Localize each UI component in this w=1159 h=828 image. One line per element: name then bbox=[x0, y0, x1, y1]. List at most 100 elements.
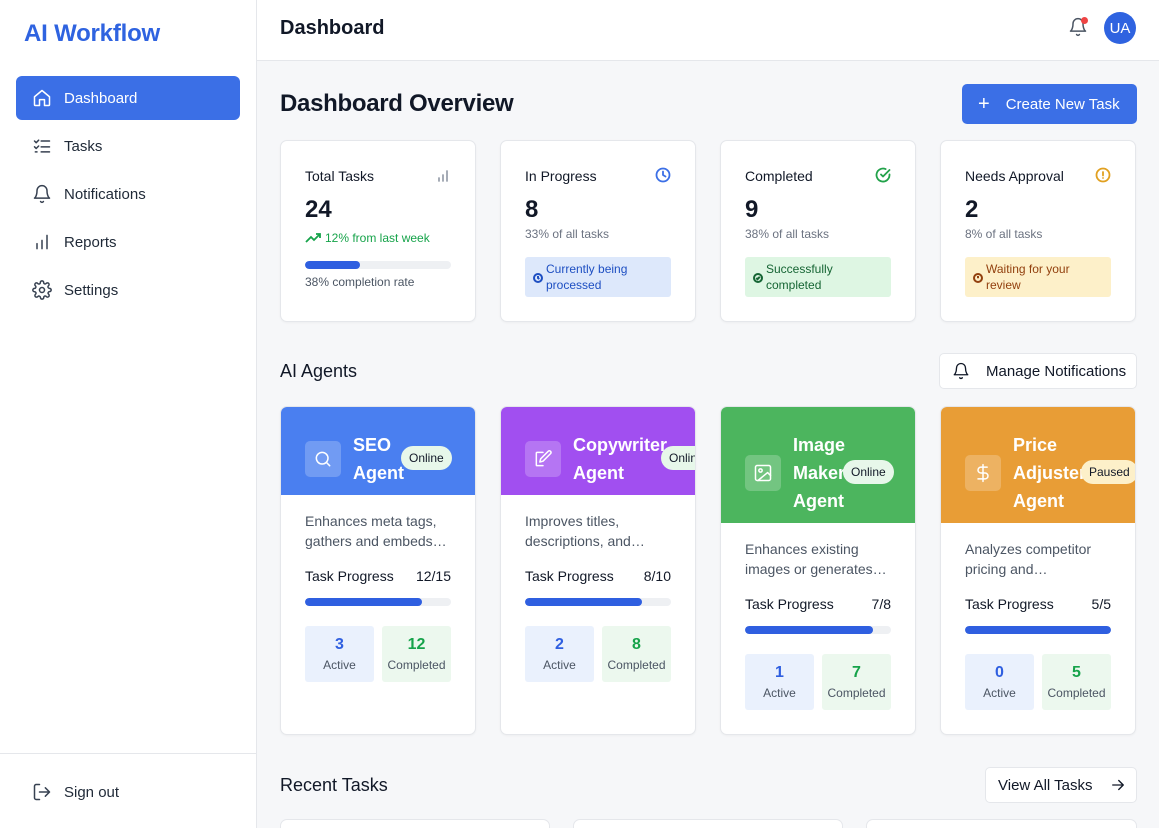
sidebar-item-tasks[interactable]: Tasks bbox=[16, 124, 240, 168]
completed-count: 7 bbox=[852, 664, 861, 681]
agent-header: Price Adjuster Agent Paused bbox=[941, 407, 1135, 523]
clock-icon bbox=[655, 167, 671, 183]
create-task-button[interactable]: + Create New Task bbox=[962, 84, 1137, 124]
sidebar-item-label: Dashboard bbox=[64, 89, 138, 107]
agent-description: Enhances existing images or generates… bbox=[745, 541, 887, 577]
agent-card-image-maker[interactable]: Image Maker Agent Online Enhances existi… bbox=[720, 406, 916, 735]
stat-card-needs-approval: Needs Approval 2 8% of all tasks Waiting… bbox=[940, 140, 1136, 322]
check-circle-icon bbox=[875, 167, 891, 183]
status-badge: Paused bbox=[1081, 460, 1135, 484]
progress-fill bbox=[965, 626, 1111, 634]
status-text: Successfully completed bbox=[766, 262, 833, 292]
agent-progress-bar bbox=[745, 626, 891, 634]
completion-rate-text: 38% completion rate bbox=[305, 275, 415, 289]
recent-task-card[interactable] bbox=[573, 819, 843, 828]
task-progress-value: 12/15 bbox=[415, 568, 451, 584]
task-progress-value: 8/10 bbox=[643, 568, 671, 584]
task-progress-row: Task Progress 12/15 bbox=[305, 568, 451, 584]
task-progress-row: Task Progress 5/5 bbox=[965, 596, 1111, 612]
stat-label: Completed bbox=[745, 168, 813, 184]
top-header: Dashboard UA bbox=[257, 0, 1159, 61]
notifications-button[interactable] bbox=[1068, 17, 1090, 39]
sidebar-item-notifications[interactable]: Notifications bbox=[16, 172, 240, 216]
task-progress-row: Task Progress 8/10 bbox=[525, 568, 671, 584]
agent-card-price-adjuster[interactable]: Price Adjuster Agent Paused Analyzes com… bbox=[940, 406, 1136, 735]
overview-title: Dashboard Overview bbox=[280, 90, 514, 117]
trending-up-icon bbox=[305, 233, 321, 243]
sidebar-item-reports[interactable]: Reports bbox=[16, 220, 240, 264]
task-progress-label: Task Progress bbox=[745, 596, 834, 612]
stat-subtext: 8% of all tasks bbox=[965, 227, 1043, 241]
task-progress-row: Task Progress 7/8 bbox=[745, 596, 891, 612]
avatar[interactable]: UA bbox=[1104, 12, 1136, 44]
main-content: Dashboard Overview + Create New Task Tot… bbox=[257, 61, 1159, 828]
stat-card-total: Total Tasks 24 12% from last week 38% co… bbox=[280, 140, 476, 322]
agent-description: Improves titles, descriptions, and… bbox=[525, 513, 645, 549]
completed-count: 8 bbox=[632, 636, 641, 653]
stat-label: In Progress bbox=[525, 168, 597, 184]
completion-progress-bar bbox=[305, 261, 451, 269]
progress-fill bbox=[745, 626, 873, 634]
completed-label: Completed bbox=[1047, 686, 1106, 700]
active-count: 2 bbox=[555, 636, 564, 653]
stat-card-completed: Completed 9 38% of all tasks Successfull… bbox=[720, 140, 916, 322]
task-progress-label: Task Progress bbox=[525, 568, 614, 584]
manage-notifications-label: Manage Notifications bbox=[986, 362, 1127, 380]
progress-fill bbox=[305, 598, 422, 606]
agent-progress-bar bbox=[525, 598, 671, 606]
completed-count-box: 7 Completed bbox=[822, 654, 891, 710]
active-count-box: 0 Active bbox=[965, 654, 1034, 710]
completed-count-box: 8 Completed bbox=[602, 626, 671, 682]
task-progress-value: 7/8 bbox=[871, 596, 891, 612]
view-all-tasks-label: View All Tasks bbox=[998, 776, 1093, 794]
agent-header: SEO Agent Online bbox=[281, 407, 475, 495]
page-title: Dashboard bbox=[280, 17, 385, 39]
edit-icon bbox=[525, 441, 561, 477]
recent-tasks-title: Recent Tasks bbox=[280, 775, 388, 795]
status-badge: Online bbox=[661, 446, 695, 470]
home-icon bbox=[32, 88, 52, 108]
plus-icon: + bbox=[978, 93, 990, 115]
sidebar-nav: Dashboard Tasks Notifications Reports Se… bbox=[16, 76, 240, 316]
sidebar: AI Workflow Dashboard Tasks Notification… bbox=[0, 0, 257, 828]
agent-progress-bar bbox=[965, 626, 1111, 634]
task-progress-label: Task Progress bbox=[305, 568, 394, 584]
task-progress-label: Task Progress bbox=[965, 596, 1054, 612]
sidebar-item-dashboard[interactable]: Dashboard bbox=[16, 76, 240, 120]
stat-value: 2 bbox=[965, 196, 979, 223]
completed-count-box: 5 Completed bbox=[1042, 654, 1111, 710]
sidebar-item-settings[interactable]: Settings bbox=[16, 268, 240, 312]
recent-task-card[interactable] bbox=[866, 819, 1137, 828]
agent-description: Analyzes competitor pricing and… bbox=[965, 541, 1092, 577]
agent-card-copywriter[interactable]: Copywriter Agent Online Improves titles,… bbox=[500, 406, 696, 735]
stat-subtext: 38% of all tasks bbox=[745, 227, 830, 241]
status-text: Currently being processed bbox=[546, 262, 628, 292]
active-count: 3 bbox=[335, 636, 344, 653]
sign-out-button[interactable]: Sign out bbox=[32, 782, 119, 802]
completed-count-box: 12 Completed bbox=[382, 626, 451, 682]
arrow-right-icon bbox=[1111, 779, 1124, 791]
recent-task-card[interactable] bbox=[280, 819, 550, 828]
active-label: Active bbox=[763, 686, 796, 700]
sign-out-label: Sign out bbox=[64, 783, 120, 801]
active-count-box: 2 Active bbox=[525, 626, 594, 682]
completed-label: Completed bbox=[607, 658, 666, 672]
status-box: Waiting for your review bbox=[965, 257, 1111, 297]
view-all-tasks-button[interactable]: View All Tasks bbox=[985, 767, 1137, 803]
sidebar-item-label: Settings bbox=[64, 281, 119, 299]
active-label: Active bbox=[323, 658, 356, 672]
manage-notifications-button[interactable]: Manage Notifications bbox=[939, 353, 1137, 389]
brand-logo[interactable]: AI Workflow bbox=[24, 20, 160, 48]
active-count: 1 bbox=[775, 664, 784, 681]
create-task-label: Create New Task bbox=[1005, 95, 1120, 113]
sidebar-footer: Sign out bbox=[0, 753, 256, 828]
agent-card-seo[interactable]: SEO Agent Online Enhances meta tags, gat… bbox=[280, 406, 476, 735]
stat-value: 8 bbox=[525, 196, 539, 223]
stat-label: Total Tasks bbox=[305, 168, 374, 184]
alert-circle-icon bbox=[973, 271, 983, 283]
search-icon bbox=[305, 441, 341, 477]
notification-dot bbox=[1081, 17, 1088, 24]
progress-fill bbox=[305, 261, 361, 269]
trend-indicator: 12% from last week bbox=[305, 231, 430, 245]
list-checks-icon bbox=[32, 136, 52, 156]
